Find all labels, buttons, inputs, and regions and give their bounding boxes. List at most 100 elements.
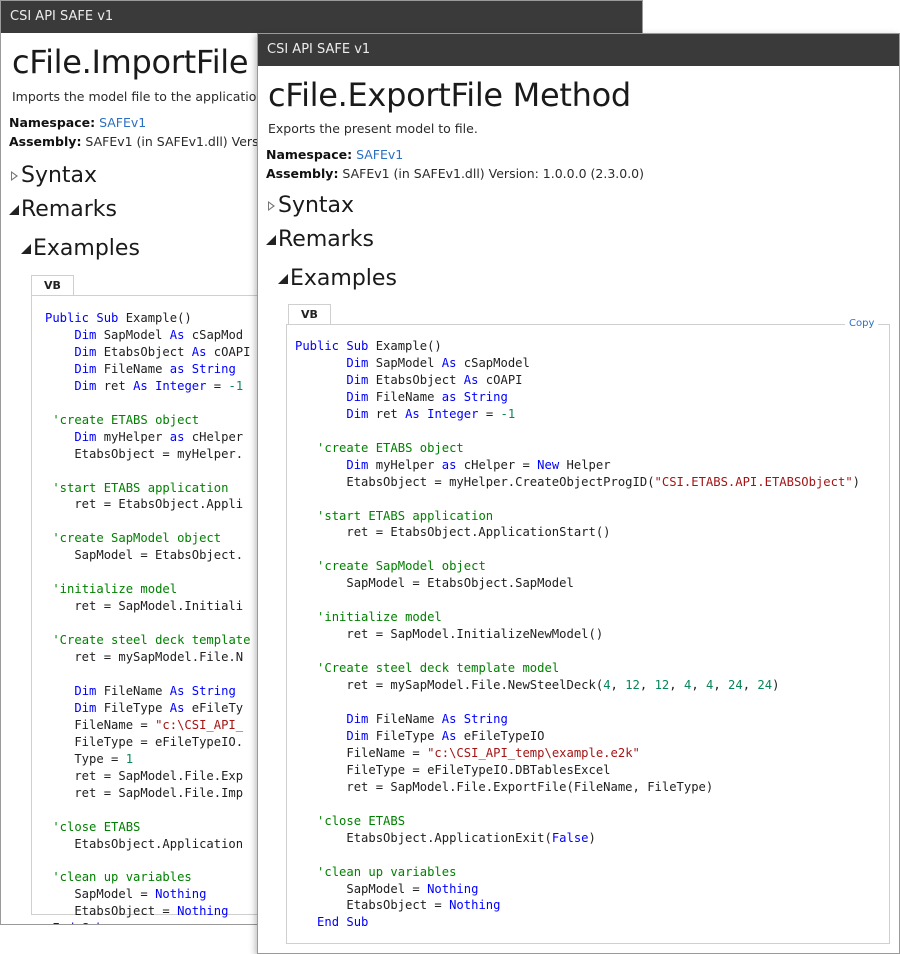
code-token: As: [463, 372, 479, 387]
code-line: SapModel = EtabsObject.: [45, 547, 250, 564]
code-token: ret: [368, 406, 406, 421]
expanded-arrow-icon: [266, 234, 276, 245]
code-line: ret = SapModel.Initiali: [45, 598, 250, 615]
code-token: As: [405, 406, 420, 421]
code-token: Helper: [559, 457, 611, 472]
code-token: ,: [742, 678, 758, 693]
code-line: EtabsObject = Nothing: [45, 903, 250, 920]
code-token: as: [441, 457, 457, 472]
code-token: 24: [757, 678, 773, 693]
code-token: 'Create steel deck template model: [317, 661, 560, 676]
section-remarks[interactable]: Remarks: [9, 197, 117, 222]
code-token: cOAPI: [478, 372, 523, 387]
code-token: =: [206, 378, 229, 393]
code-line: End Sub: [295, 914, 860, 931]
code-token: as: [441, 389, 457, 404]
assembly-label: Assembly:: [266, 166, 339, 181]
code-token: 'start ETABS application: [317, 508, 494, 523]
tab-vb[interactable]: VB: [288, 304, 331, 324]
code-line: Dim myHelper as cHelper = New Helper: [295, 457, 860, 474]
code-token: Dim: [74, 429, 97, 444]
namespace-link[interactable]: SAFEv1: [99, 115, 146, 130]
code-token: SapModel =: [295, 881, 428, 896]
code-line: 'start ETABS application: [45, 480, 250, 497]
page-title: cFile.ImportFile: [12, 43, 249, 81]
code-token: Dim: [346, 389, 369, 404]
code-token: "c:\CSI_API_temp\example.e2k": [427, 745, 640, 760]
code-token: FileType: [96, 700, 170, 715]
code-line: Dim myHelper as cHelper: [45, 429, 250, 446]
copy-link[interactable]: Copy: [845, 318, 879, 329]
code-token: Public Sub: [45, 311, 119, 325]
code-token: 12: [654, 678, 670, 693]
code-token: Dim: [74, 361, 97, 376]
window-titlebar[interactable]: CSI API SAFE v1: [1, 1, 642, 33]
code-line: 'create ETABS object: [45, 412, 250, 429]
code-token: 24: [728, 678, 743, 693]
code-token: 12: [625, 678, 640, 693]
code-token: ,: [639, 678, 655, 693]
export-file-help-window[interactable]: CSI API SAFE v1 cFile.ExportFile Method …: [257, 33, 900, 954]
code-token: FileType = eFileTypeIO.DBTablesExcel: [295, 762, 611, 777]
code-line: Type = 1: [45, 751, 250, 768]
section-remarks-label: Remarks: [278, 227, 374, 252]
code-line: SapModel = Nothing: [295, 881, 860, 898]
window-titlebar[interactable]: CSI API SAFE v1: [258, 34, 899, 66]
code-token: Nothing: [155, 887, 207, 902]
code-token: Dim: [346, 711, 369, 726]
code-token: String: [463, 389, 508, 404]
section-syntax[interactable]: Syntax: [268, 193, 354, 218]
code-token: EtabsObject = myHelper.: [45, 446, 244, 461]
section-examples[interactable]: Examples: [278, 266, 397, 291]
code-token: ret = mySapModel.File.NewSteelDeck(: [295, 678, 604, 693]
code-token: 'initialize model: [317, 610, 442, 625]
code-token: Dim: [74, 378, 97, 393]
namespace-link[interactable]: SAFEv1: [356, 147, 403, 162]
code-line: ret = SapModel.File.Imp: [45, 785, 250, 802]
code-line: 'close ETABS: [45, 819, 250, 836]
code-line: End Sub: [45, 920, 250, 924]
section-syntax[interactable]: Syntax: [11, 163, 97, 188]
code-token: ): [772, 678, 780, 693]
code-line: ret = EtabsObject.ApplicationStart(): [295, 524, 860, 541]
code-token: ret = SapModel.InitializeNewModel(): [295, 627, 604, 642]
code-line: Public Sub Example(): [45, 310, 250, 327]
code-line: Dim ret As Integer = -1: [295, 406, 860, 423]
code-token: ret = mySapModel.File.N: [45, 650, 244, 665]
code-token: 'create ETABS object: [317, 440, 464, 455]
namespace-row: Namespace: SAFEv1: [266, 147, 403, 162]
assembly-row: Assembly: SAFEv1 (in SAFEv1.dll) Versi: [9, 134, 262, 149]
code-line: FileName = "c:\CSI_API_: [45, 717, 250, 734]
section-examples-label: Examples: [290, 266, 397, 291]
code-token: ret = EtabsObject.ApplicationStart(): [295, 525, 611, 540]
code-token: Dim: [74, 327, 97, 342]
code-token: Public Sub: [295, 339, 369, 353]
code-line: 'create ETABS object: [295, 440, 860, 457]
section-examples[interactable]: Examples: [21, 236, 140, 261]
code-token: ): [588, 830, 596, 845]
code-token: As: [191, 344, 207, 359]
code-token: Nothing: [177, 904, 229, 919]
section-remarks[interactable]: Remarks: [266, 227, 374, 252]
code-token: Dim: [346, 355, 369, 370]
code-token: EtabsObject =: [295, 898, 450, 913]
code-token: -1: [500, 406, 516, 421]
code-token: cSapMod: [184, 327, 244, 342]
tab-vb[interactable]: VB: [31, 275, 74, 295]
